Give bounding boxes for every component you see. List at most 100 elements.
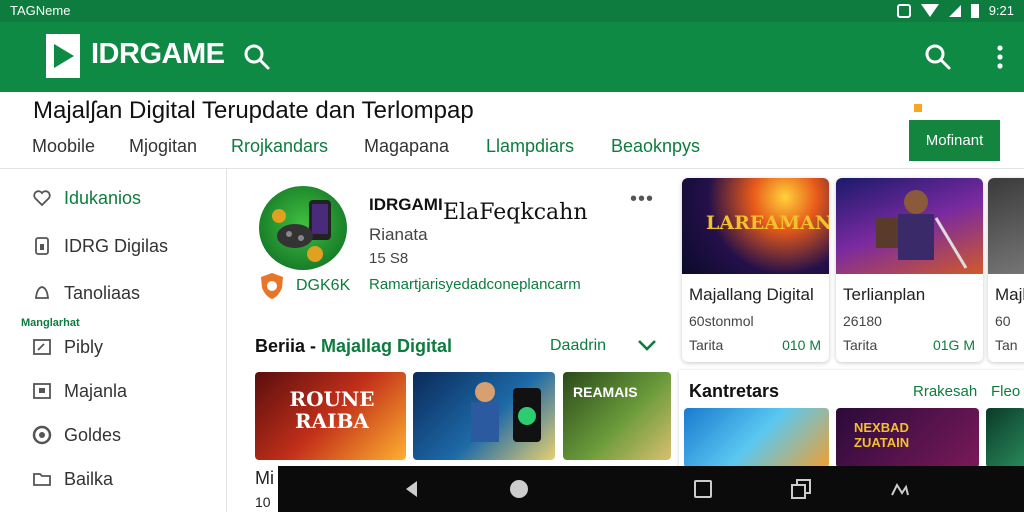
game-thumb-5[interactable]: NEXBAD ZUATAIN: [836, 408, 979, 468]
sidebar-item-tanoliaas[interactable]: Tanoliaas: [32, 279, 140, 307]
card-image: [836, 178, 983, 274]
sidebar-item-idukanios[interactable]: Idukanios: [32, 184, 141, 212]
phone-icon: [35, 237, 49, 255]
status-time: 9:21: [988, 3, 1014, 18]
signal-icon: [948, 4, 961, 17]
sidebar-item-label: Bailka: [64, 468, 114, 489]
card-size: Tarita: [689, 337, 724, 353]
featured-link[interactable]: Ramartjarisyedadconeplancarm: [369, 276, 581, 293]
card-size: Tarita: [843, 337, 878, 353]
more-vert-icon[interactable]: [985, 42, 1015, 72]
game-card[interactable]: Majl 60 Tan: [988, 178, 1024, 362]
tab-beaoknpys[interactable]: Beaoknpys: [611, 136, 700, 157]
game-thumb-3[interactable]: REAMAIS: [563, 372, 671, 460]
recents-icon[interactable]: [692, 478, 714, 500]
notification-dot: [914, 104, 922, 112]
secondary-panel-title: Kantretars: [689, 381, 780, 401]
thumb-art-text: REAMAIS: [573, 384, 638, 400]
sidebar-section-heading: Manglarhat: [21, 317, 80, 329]
featured-meta: 15 S8: [369, 250, 409, 267]
card-size: Tan: [995, 337, 1018, 353]
sidebar-item-label: Goldes: [64, 424, 122, 445]
character-art-icon: [471, 382, 541, 442]
sidebar-item-label: Tanoliaas: [64, 282, 141, 303]
secondary-panel-link-2[interactable]: Fleo: [991, 383, 1020, 400]
card-title: Terlianplan: [843, 285, 926, 304]
back-icon[interactable]: [401, 478, 423, 500]
tab-llampdiars[interactable]: Llampdiars: [486, 136, 574, 157]
game-thumb-6[interactable]: [986, 408, 1024, 468]
heart-icon: [33, 190, 51, 207]
game-thumb-2[interactable]: [413, 372, 555, 460]
card-meta: 60stonmol: [689, 313, 754, 329]
game-card[interactable]: Terlianplan 26180 Tarita 01G M: [836, 178, 983, 362]
featured-app-name[interactable]: IDRGAMI: [369, 195, 443, 215]
assistant-icon[interactable]: [889, 478, 911, 500]
game-card[interactable]: LAREAMAN Majallang Digital 60stonmol Tar…: [682, 178, 829, 362]
install-button[interactable]: Mofinant: [909, 120, 1000, 161]
sidebar-item-label: Majanla: [64, 380, 128, 401]
folder-icon: [33, 473, 51, 486]
gamepad-art-icon: [272, 200, 331, 262]
page-title: Majalʃan Digital Terupdate dan Terlompap: [33, 97, 474, 124]
sidebar-item-pibly[interactable]: Pibly: [32, 333, 103, 361]
search-icon[interactable]: [242, 42, 272, 72]
card-art-text: LAREAMAN: [706, 212, 829, 234]
status-icons: 9:21: [896, 3, 1014, 18]
featured-app-icon[interactable]: [259, 186, 347, 270]
vibrate-icon: [896, 3, 911, 18]
brand-name: IDRGAME: [91, 38, 225, 70]
section-link[interactable]: Daadrin: [550, 337, 606, 355]
sidebar-item-bailka[interactable]: Bailka: [32, 465, 113, 493]
brand-logo-icon[interactable]: [42, 32, 84, 80]
sidebar-item-label: Idukanios: [64, 187, 142, 208]
search-icon[interactable]: [923, 42, 953, 72]
card-meta: 26180: [843, 313, 882, 329]
featured-badge: DGK6K: [296, 277, 351, 294]
thumb-label: Mi: [255, 468, 274, 488]
section-title: Beriia - Majallag Digital: [255, 336, 452, 357]
featured-overlay-text: ElaFeqkcahn: [443, 200, 588, 225]
featured-subtitle: Rianata: [369, 225, 428, 244]
section-title-prefix: Beriia -: [255, 336, 322, 356]
sidebar-item-idrg-digilas[interactable]: IDRG Digilas: [32, 232, 168, 260]
game-thumb-4[interactable]: [684, 408, 829, 468]
sidebar-item-majanla[interactable]: Majanla: [32, 377, 127, 405]
more-options-icon[interactable]: •••: [630, 188, 654, 211]
card-image: LAREAMAN: [682, 178, 829, 274]
card-price: 010 M: [782, 337, 821, 353]
system-nav-bar: [278, 466, 1024, 512]
home-icon[interactable]: [508, 478, 530, 500]
status-carrier: TAGNeme: [10, 3, 71, 18]
circle-icon: [32, 425, 52, 445]
status-bar: TAGNeme 9:21: [0, 0, 1024, 22]
card-title: Majallang Digital: [689, 285, 814, 304]
thumb-art-text: ROUNE RAIBA: [289, 387, 375, 433]
tab-rrojkandars[interactable]: Rrojkandars: [231, 136, 328, 157]
tab-magapana[interactable]: Magapana: [364, 136, 449, 157]
secondary-panel-link[interactable]: Rrakesah: [913, 383, 977, 400]
multiwindow-icon[interactable]: [790, 478, 812, 500]
game-thumb-1[interactable]: ROUNE RAIBA: [255, 372, 406, 460]
square-icon: [33, 383, 51, 399]
shield-icon: [261, 273, 283, 299]
bell-icon: [35, 286, 49, 299]
tab-mjogitan[interactable]: Mjogitan: [129, 136, 197, 157]
card-image: [988, 178, 1024, 274]
battery-icon: [970, 3, 979, 18]
tab-mobile[interactable]: Moobile: [32, 136, 95, 157]
external-icon: [33, 339, 51, 355]
sidebar-item-label: Pibly: [64, 336, 104, 357]
chevron-down-icon[interactable]: [636, 334, 658, 356]
wifi-icon: [920, 4, 939, 17]
sidebar: Idukanios IDRG Digilas Tanoliaas Manglar…: [0, 169, 227, 512]
card-meta: 60: [995, 313, 1011, 329]
section-title-green: Majallag Digital: [321, 336, 453, 356]
thumb-meta: 10: [255, 494, 271, 510]
thumb-art-text: NEXBAD ZUATAIN: [854, 420, 910, 450]
card-price: 01G M: [932, 337, 975, 353]
card-title: Majl: [995, 285, 1024, 304]
app-bar: IDRGAME: [0, 22, 1024, 92]
warrior-art-icon: [876, 190, 968, 269]
sidebar-item-goldes[interactable]: Goldes: [32, 421, 121, 449]
